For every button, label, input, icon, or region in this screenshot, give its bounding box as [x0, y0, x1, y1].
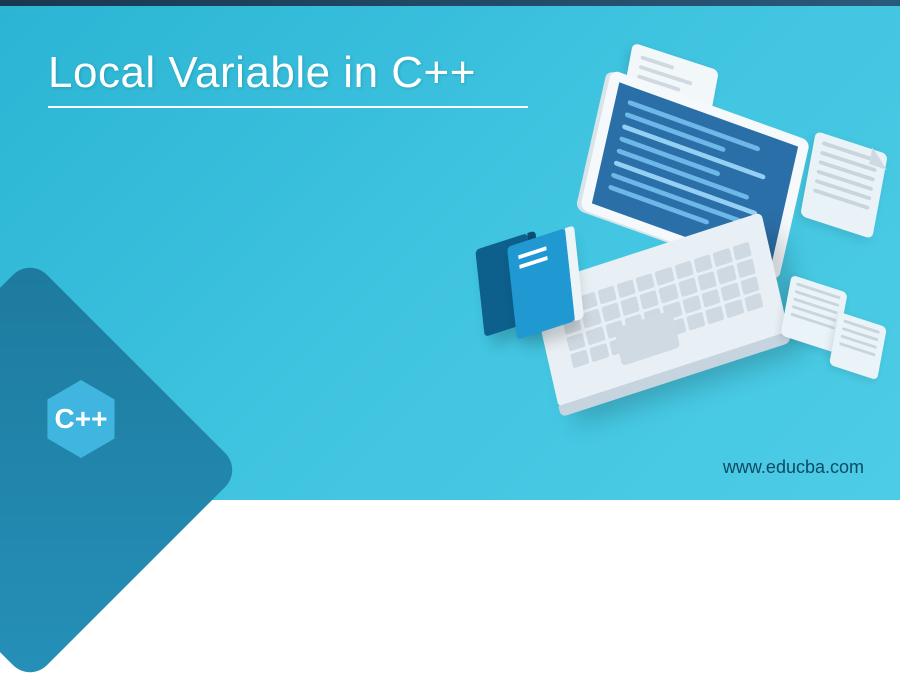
cpp-logo-badge: C++ — [40, 378, 122, 460]
top-accent-border — [0, 0, 900, 6]
tutorial-banner: Local Variable in C++ C++ — [0, 0, 900, 500]
small-card-icon — [829, 312, 887, 380]
hero-illustration — [450, 60, 870, 400]
page-title: Local Variable in C++ — [48, 48, 476, 98]
book-light-icon — [507, 228, 575, 340]
document-page-icon — [800, 131, 888, 239]
decorative-diamond — [0, 258, 242, 682]
cpp-badge-label: C++ — [55, 403, 108, 435]
hexagon-icon: C++ — [42, 380, 120, 458]
website-url-label: www.educba.com — [723, 457, 864, 478]
